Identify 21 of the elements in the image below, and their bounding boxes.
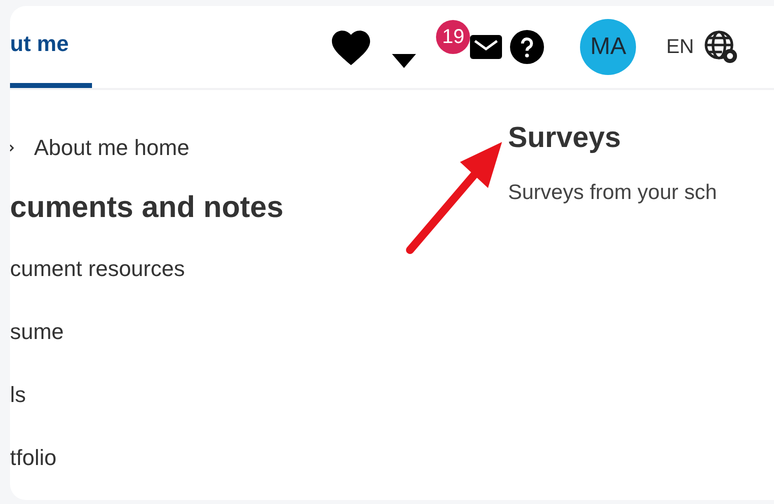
- help-icon: [510, 30, 544, 64]
- sidebar-link[interactable]: sume: [10, 300, 64, 363]
- sidebar-link[interactable]: ls: [10, 363, 26, 426]
- dropdown-button[interactable]: [392, 54, 416, 68]
- globe-icon[interactable]: [704, 30, 738, 64]
- user-avatar[interactable]: MA: [580, 19, 636, 75]
- section-description: Surveys from your sch: [508, 181, 717, 205]
- help-button[interactable]: [510, 30, 544, 64]
- mail-icon: [470, 35, 502, 59]
- caret-icon: [392, 54, 416, 68]
- chevron-icon: [10, 144, 14, 152]
- messages-button[interactable]: [470, 35, 502, 59]
- sidebar-link[interactable]: About me home: [10, 116, 190, 179]
- section-title: Surveys: [508, 122, 622, 155]
- sidebar-link[interactable]: tfolio: [10, 426, 56, 489]
- notification-badge: 19: [436, 20, 470, 54]
- tab[interactable]: ut me: [10, 8, 92, 88]
- language-label[interactable]: EN: [666, 36, 694, 58]
- link-label: About me home: [34, 134, 190, 160]
- section-heading: cuments and notes: [10, 190, 284, 226]
- sidebar-link[interactable]: cument resources: [10, 237, 185, 300]
